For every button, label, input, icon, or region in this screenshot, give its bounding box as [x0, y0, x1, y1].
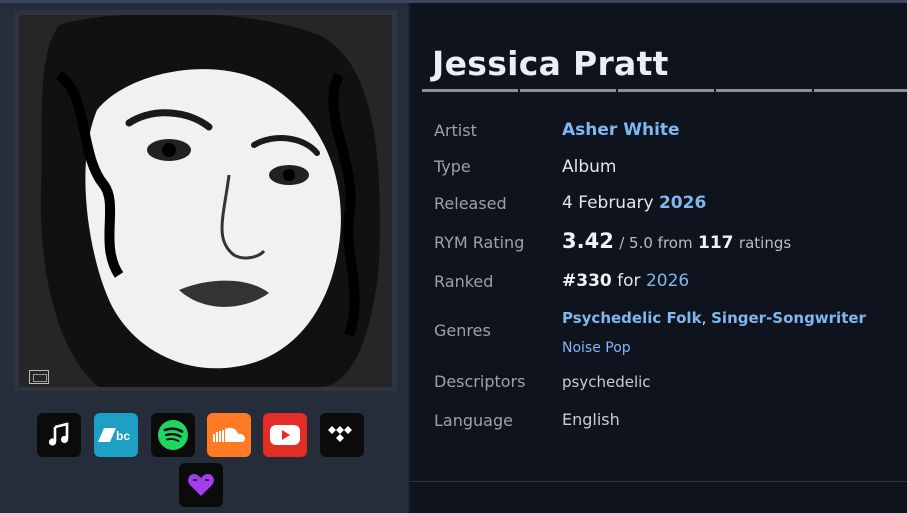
artist-label: Artist — [434, 121, 477, 140]
heart-icon[interactable] — [179, 463, 223, 507]
bandcamp-icon[interactable]: bc — [94, 413, 138, 457]
release-day-month: 4 February — [562, 193, 654, 213]
label-stamp-icon — [29, 370, 49, 384]
descriptors-label: Descriptors — [434, 372, 526, 391]
ranked-value: #330 for 2026 — [562, 271, 689, 291]
rating-count-suffix: ratings — [738, 234, 792, 252]
title-underline — [422, 89, 907, 92]
svg-text:bc: bc — [116, 429, 130, 443]
ranked-label: Ranked — [434, 272, 494, 291]
language-value: English — [562, 410, 620, 429]
cover-art-frame — [14, 10, 397, 391]
release-year-link[interactable]: 2026 — [659, 193, 706, 213]
released-label: Released — [434, 194, 507, 213]
cover-art[interactable] — [19, 15, 392, 387]
panel-bottom-rule — [410, 481, 907, 482]
secondary-genres: Noise Pop — [562, 337, 631, 357]
rank-hash: # — [562, 271, 577, 291]
genres-label: Genres — [434, 321, 491, 340]
genre-link-singer-songwriter[interactable]: Singer-Songwriter — [711, 309, 866, 327]
youtube-icon[interactable] — [263, 413, 307, 457]
rank-number[interactable]: 330 — [576, 271, 612, 291]
soundcloud-icon[interactable] — [207, 413, 251, 457]
rating-value: 3.42 / 5.0 from 117 ratings — [562, 229, 791, 253]
type-label: Type — [434, 157, 471, 176]
rating-out-of: / 5.0 from — [619, 234, 693, 252]
rating-count[interactable]: 117 — [698, 233, 734, 253]
genre-separator: , — [701, 309, 707, 327]
genre-link-psychedelic-folk[interactable]: Psychedelic Folk — [562, 309, 702, 327]
rating-score: 3.42 — [562, 229, 614, 253]
primary-genres: Psychedelic Folk, Singer-Songwriter — [562, 309, 866, 327]
language-label: Language — [434, 411, 513, 430]
tidal-icon[interactable] — [320, 413, 364, 457]
rank-for-text: for — [617, 271, 641, 291]
rating-label: RYM Rating — [434, 233, 525, 252]
rank-year-link[interactable]: 2026 — [646, 271, 689, 291]
apple-music-icon[interactable] — [37, 413, 81, 457]
type-value: Album — [562, 157, 617, 177]
genre-link-noise-pop[interactable]: Noise Pop — [562, 340, 631, 356]
album-title: Jessica Pratt — [432, 44, 669, 83]
released-value: 4 February 2026 — [562, 193, 706, 213]
artist-link[interactable]: Asher White — [562, 120, 680, 140]
spotify-icon[interactable] — [151, 413, 195, 457]
descriptors-value: psychedelic — [562, 373, 651, 391]
artist-value: Asher White — [562, 120, 680, 140]
